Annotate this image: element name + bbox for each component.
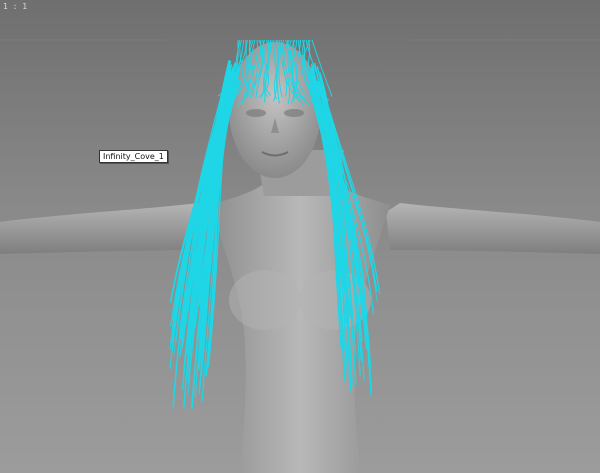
frame-ratio-label: 1 : 1 — [3, 2, 28, 11]
right-arm — [386, 203, 600, 254]
torso — [210, 178, 390, 473]
object-name-tag[interactable]: Infinity_Cove_1 — [99, 150, 168, 163]
figure-model[interactable] — [0, 42, 600, 473]
left-arm — [0, 203, 214, 254]
3d-viewport[interactable]: 1 : 1 Infinity_Cove_1 — [0, 0, 600, 473]
viewport-scene[interactable] — [0, 0, 600, 473]
